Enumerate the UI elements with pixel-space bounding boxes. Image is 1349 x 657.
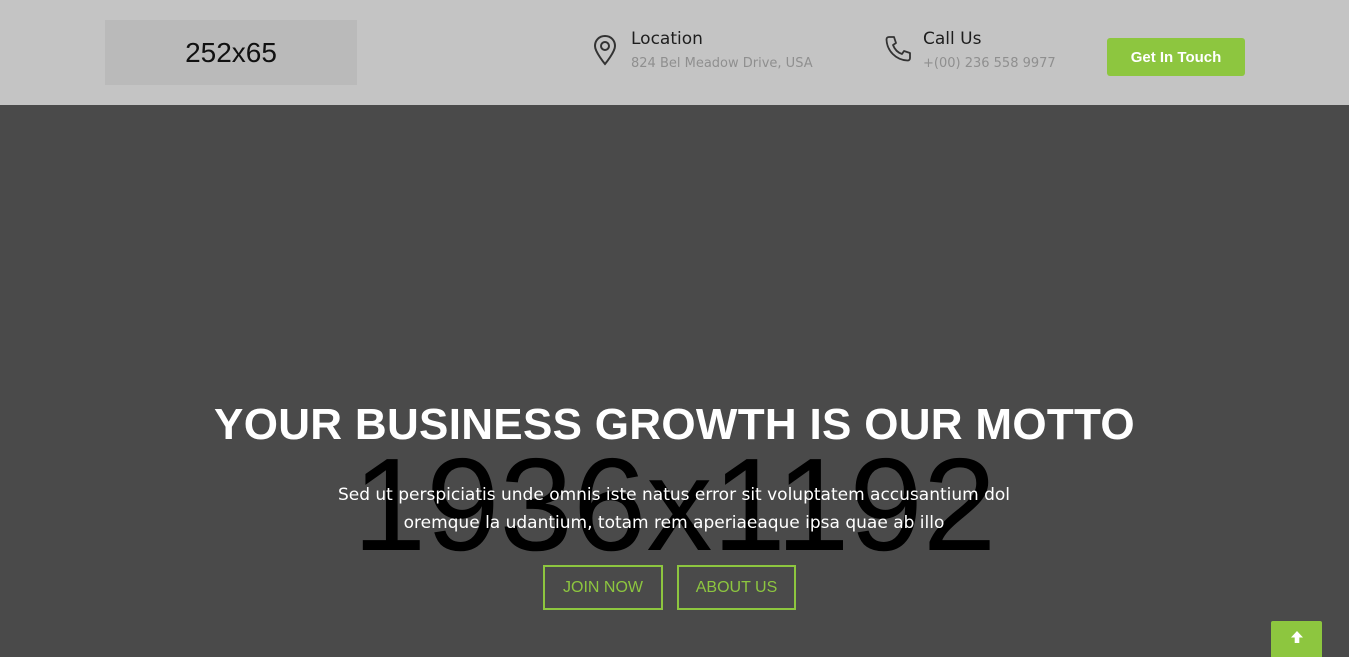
call-title: Call Us xyxy=(923,29,982,49)
call-phone-number: +(00) 236 558 9977 xyxy=(923,56,1056,71)
location-address: 824 Bel Meadow Drive, USA xyxy=(631,56,813,71)
hero-subtext-line-1: Sed ut perspiciatis unde omnis iste natu… xyxy=(337,485,1011,505)
hero-headline: YOUR BUSINESS GROWTH IS OUR MOTTO xyxy=(214,400,1135,449)
hero-section: 1936x1192 YOUR BUSINESS GROWTH IS OUR MO… xyxy=(0,105,1349,657)
location-info: Location 824 Bel Meadow Drive, USA xyxy=(592,28,813,72)
logo[interactable]: 252x65 xyxy=(105,20,357,85)
hero-subtext: Sed ut perspiciatis unde omnis iste natu… xyxy=(334,481,1014,537)
logo-placeholder-text: 252x65 xyxy=(185,36,277,68)
about-us-button[interactable]: ABOUT US xyxy=(677,565,796,610)
call-info: Call Us +(00) 236 558 9977 xyxy=(884,28,1056,72)
top-header: 252x65 Location 824 Bel Meadow Drive, US… xyxy=(0,0,1349,105)
scroll-to-top-button[interactable] xyxy=(1271,621,1322,657)
get-in-touch-button[interactable]: Get In Touch xyxy=(1107,38,1245,76)
location-title: Location xyxy=(631,29,703,49)
join-now-button[interactable]: JOIN NOW xyxy=(543,565,663,610)
phone-icon xyxy=(884,34,912,70)
hero-subtext-line-2: oremque la udantium, totam rem aperiaeaq… xyxy=(403,513,945,533)
map-pin-icon xyxy=(592,34,620,70)
arrow-up-icon xyxy=(1290,630,1304,649)
